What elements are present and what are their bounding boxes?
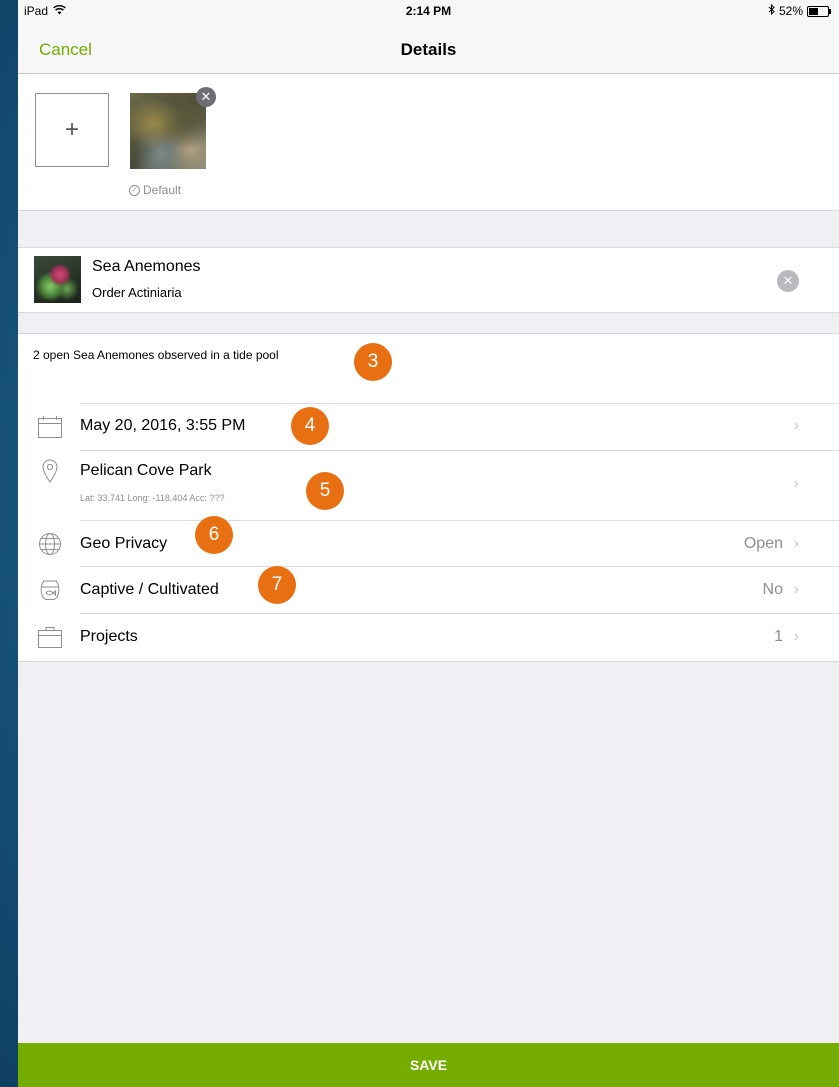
battery-percent: 52%	[778, 4, 803, 18]
chevron-right-icon: ›	[793, 628, 799, 645]
close-icon: ✕	[782, 273, 794, 288]
save-button[interactable]: SAVE	[18, 1043, 839, 1087]
taxon-image	[34, 256, 81, 303]
clear-taxon-button[interactable]: ✕	[777, 270, 799, 292]
date-label: May 20, 2016, 3:55 PM	[80, 417, 246, 434]
geo-privacy-label: Geo Privacy	[80, 535, 168, 552]
captive-value: No	[762, 581, 783, 598]
callout-badge: 3	[354, 343, 392, 381]
battery-icon	[807, 5, 831, 17]
projects-label: Projects	[80, 628, 138, 645]
close-icon: ✕	[200, 89, 212, 104]
location-row[interactable]: Pelican Cove Park Lat: 33.741 Long: -118…	[18, 451, 839, 520]
photos-section: + ✕ ✓ Default	[18, 74, 839, 211]
photo-thumbnail[interactable]	[130, 93, 206, 169]
battery-fill	[809, 7, 818, 15]
taxon-rank-name: Order Actiniaria	[92, 285, 182, 300]
projects-count: 1	[774, 628, 783, 645]
ios-screen: iPad 2:14 PM 52% Cancel Details + ✕ ✓ De…	[18, 0, 839, 1087]
globe-icon	[36, 530, 64, 558]
add-photo-button[interactable]: +	[35, 93, 109, 167]
remove-photo-button[interactable]: ✕	[196, 87, 216, 107]
captive-row[interactable]: Captive / Cultivated No ›	[18, 567, 839, 614]
chevron-right-icon: ›	[793, 581, 799, 598]
page-title: Details	[400, 40, 457, 59]
callout-badge: 6	[195, 516, 233, 554]
chevron-right-icon: ›	[793, 475, 799, 492]
location-name: Pelican Cove Park	[80, 462, 212, 479]
callout-badge: 5	[306, 472, 344, 510]
taxon-common-name: Sea Anemones	[92, 258, 201, 275]
projects-row[interactable]: Projects 1 ›	[18, 614, 839, 660]
geo-privacy-value: Open	[743, 535, 783, 552]
briefcase-icon	[36, 623, 64, 651]
chevron-right-icon: ›	[793, 535, 799, 552]
description-field[interactable]: 2 open Sea Anemones observed in a tide p…	[33, 348, 279, 362]
date-row[interactable]: May 20, 2016, 3:55 PM ›	[18, 404, 839, 451]
plus-icon: +	[64, 116, 79, 143]
taxon-row[interactable]: Sea Anemones Order Actiniaria ✕	[18, 247, 839, 313]
bluetooth-icon	[768, 3, 775, 18]
chevron-right-icon: ›	[793, 417, 799, 434]
status-time: 2:14 PM	[405, 4, 452, 18]
captive-label: Captive / Cultivated	[80, 581, 219, 598]
details-card: 2 open Sea Anemones observed in a tide p…	[18, 333, 839, 662]
calendar-icon	[36, 413, 64, 441]
location-coordinates: Lat: 33.741 Long: -118.404 Acc: ???	[80, 493, 225, 503]
callout-badge: 7	[258, 566, 296, 604]
status-bar: iPad 2:14 PM 52%	[18, 0, 839, 20]
default-photo-label: ✓ Default	[129, 183, 181, 197]
map-pin-icon	[36, 457, 64, 485]
fishbowl-icon	[36, 576, 64, 604]
callout-badge: 4	[291, 407, 329, 445]
check-circle-icon: ✓	[129, 184, 140, 196]
navigation-bar: Cancel Details	[18, 20, 839, 74]
geo-privacy-row[interactable]: Geo Privacy Open ›	[18, 521, 839, 567]
